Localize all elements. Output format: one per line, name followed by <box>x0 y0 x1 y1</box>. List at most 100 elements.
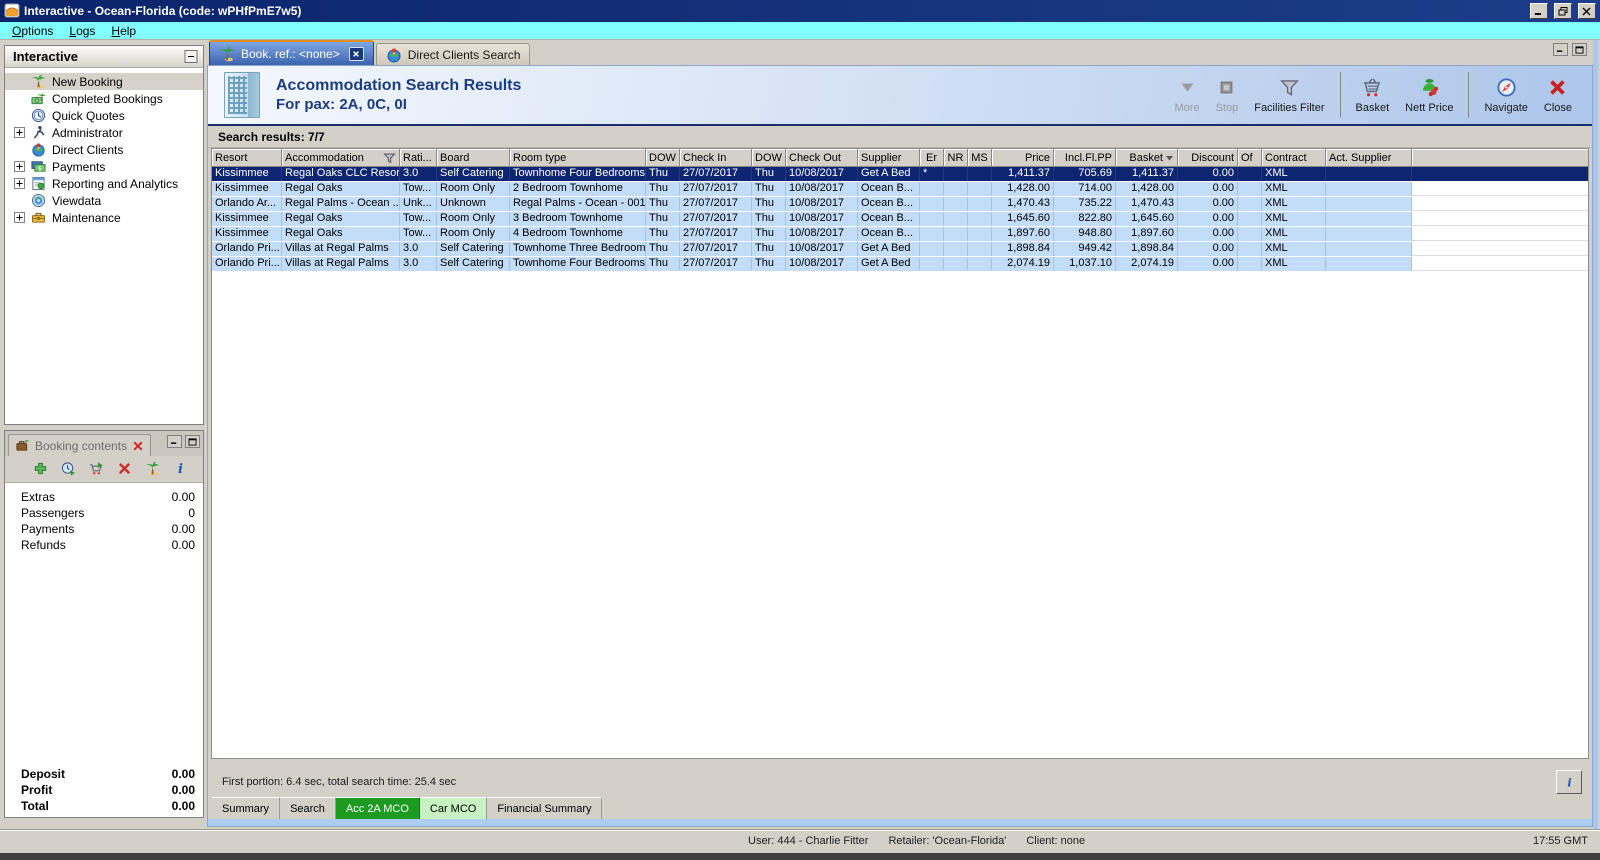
column-header-ms[interactable]: MS <box>968 149 992 167</box>
bottom-tab-search[interactable]: Search <box>280 797 336 819</box>
cell-ms <box>968 167 992 181</box>
sidebar-item-label: Reporting and Analytics <box>52 176 179 191</box>
column-header-act-supplier[interactable]: Act. Supplier <box>1326 149 1412 167</box>
results-count-label: Search results: 7/7 <box>218 129 325 144</box>
cell-room-type: Townhome Three Bedrooms <box>510 242 646 256</box>
column-header-basket[interactable]: Basket <box>1116 149 1178 167</box>
column-header-resort[interactable]: Resort <box>212 149 282 167</box>
column-header-dow[interactable]: DOW <box>752 149 786 167</box>
cell-resort: Orlando Pri... <box>212 257 282 271</box>
result-row[interactable]: Kissimmee Regal Oaks CLC Resort 3.0 Self Ca… <box>212 167 1588 182</box>
expand-plus-icon[interactable] <box>14 212 25 223</box>
column-header-price[interactable]: Price <box>992 149 1054 167</box>
column-header-check-out[interactable]: Check Out <box>786 149 858 167</box>
sidebar-item-reporting-and-analytics[interactable]: Reporting and Analytics <box>5 175 203 192</box>
cell-check-in: 27/07/2017 <box>680 182 752 196</box>
info-button[interactable]: i <box>173 461 189 477</box>
results-count-bar: Search results: 7/7 <box>208 126 1592 148</box>
info-button[interactable]: i <box>1556 770 1582 794</box>
tab-book-ref-none[interactable]: Book. ref.: <none> <box>209 40 374 65</box>
cell-resort: Kissimmee <box>212 167 282 181</box>
column-header-label: Act. Supplier <box>1329 151 1392 164</box>
column-header-label: MS <box>971 151 988 164</box>
sidebar-item-label: Quick Quotes <box>52 108 125 123</box>
restore-button[interactable] <box>1554 3 1572 19</box>
bottom-tab-financial-summary[interactable]: Financial Summary <box>487 797 603 819</box>
menu-item-options[interactable]: Options <box>4 23 61 39</box>
cell-of <box>1238 257 1262 271</box>
nett-price-button[interactable]: Nett Price <box>1397 74 1461 117</box>
sidebar-item-administrator[interactable]: Administrator <box>5 124 203 141</box>
expand-plus-icon[interactable] <box>14 178 25 189</box>
booking-row-value: 0.00 <box>171 767 195 781</box>
navigate-button[interactable]: Navigate <box>1476 74 1535 117</box>
column-header-label: Supplier <box>861 151 902 164</box>
result-row[interactable]: Kissimmee Regal Oaks Tow... Room Only 4 Bedr… <box>212 227 1588 242</box>
result-row[interactable]: Kissimmee Regal Oaks Tow... Room Only 2 Bedr… <box>212 182 1588 197</box>
delete-button[interactable] <box>117 461 133 477</box>
result-row[interactable]: Orlando Pri... Villas at Regal Palms 3.0 Se… <box>212 257 1588 272</box>
close-button[interactable]: Close <box>1536 74 1580 117</box>
minimize-button[interactable] <box>1530 3 1548 19</box>
cell-rati: Tow... <box>400 212 437 226</box>
booking-panel-maximize-button[interactable] <box>185 435 200 448</box>
cell-er <box>920 257 944 271</box>
sidebar-item-quick-quotes[interactable]: Quick Quotes <box>5 107 203 124</box>
to-basket-button[interactable] <box>89 461 105 477</box>
column-header-dow[interactable]: DOW <box>646 149 680 167</box>
column-header-board[interactable]: Board <box>437 149 510 167</box>
sidebar-item-viewdata[interactable]: Viewdata <box>5 192 203 209</box>
bottom-tab-car-mco[interactable]: Car MCO <box>419 797 488 819</box>
quote-button[interactable] <box>61 461 77 477</box>
booking-panel-minimize-button[interactable] <box>167 435 182 448</box>
facilities-filter-button[interactable]: Facilities Filter <box>1246 74 1332 117</box>
column-header-of[interactable]: Of <box>1238 149 1262 167</box>
sidebar-item-new-booking[interactable]: New Booking <box>5 73 203 90</box>
menu-item-help[interactable]: Help <box>103 23 144 39</box>
bottom-tab-summary[interactable]: Summary <box>212 797 281 819</box>
delete-icon <box>117 461 132 476</box>
app-workspace: Interactive New Booking Completed Booking… <box>0 40 1600 853</box>
column-header-discount[interactable]: Discount <box>1178 149 1238 167</box>
column-header-er[interactable]: Er <box>920 149 944 167</box>
bottom-tab-acc-2a-mco[interactable]: Acc 2A MCO <box>335 797 420 819</box>
sidebar-item-maintenance[interactable]: Maintenance <box>5 209 203 226</box>
cell-of <box>1238 227 1262 241</box>
tab-booking-contents[interactable]: Booking contents <box>8 434 152 456</box>
palm-button[interactable] <box>145 461 161 477</box>
expand-plus-icon[interactable] <box>14 161 25 172</box>
column-header-nr[interactable]: NR <box>944 149 968 167</box>
panel-minimize-button[interactable] <box>1553 43 1568 56</box>
menu-item-logs[interactable]: Logs <box>61 23 103 39</box>
column-header-rati[interactable]: Rati... <box>400 149 437 167</box>
sidebar-item-completed-bookings[interactable]: Completed Bookings <box>5 90 203 107</box>
tab-direct-clients-search[interactable]: Direct Clients Search <box>375 43 531 65</box>
collapse-panel-icon[interactable] <box>184 50 198 63</box>
column-header-contract[interactable]: Contract <box>1262 149 1326 167</box>
cell-accommodation: Villas at Regal Palms <box>282 257 400 271</box>
sidebar-item-direct-clients[interactable]: Direct Clients <box>5 141 203 158</box>
column-header-room-type[interactable]: Room type <box>510 149 646 167</box>
basket-button[interactable]: Basket <box>1348 74 1398 117</box>
close-button[interactable] <box>1578 3 1596 19</box>
cell-check-out: 10/08/2017 <box>786 257 858 271</box>
cell-check-in: 27/07/2017 <box>680 197 752 211</box>
document-tab-bar: Book. ref.: <none> Direct Clients Search <box>207 40 1593 65</box>
column-header-incl-fl-pp[interactable]: Incl.Fl.PP <box>1054 149 1116 167</box>
cell-discount: 0.00 <box>1178 227 1238 241</box>
filter-icon[interactable] <box>383 152 396 164</box>
result-row[interactable]: Orlando Pri... Villas at Regal Palms 3.0 Se… <box>212 242 1588 257</box>
result-row[interactable]: Orlando Ar... Regal Palms - Ocean ... Unk.… <box>212 197 1588 212</box>
expand-plus-icon[interactable] <box>14 127 25 138</box>
column-header-check-in[interactable]: Check In <box>680 149 752 167</box>
sidebar-item-payments[interactable]: $ Payments <box>5 158 203 175</box>
panel-maximize-button[interactable] <box>1572 43 1587 56</box>
cell-nr <box>944 182 968 196</box>
column-header-accommodation[interactable]: Accommodation <box>282 149 400 167</box>
column-header-supplier[interactable]: Supplier <box>858 149 920 167</box>
booking-contents-close-icon[interactable] <box>132 440 144 452</box>
menu-bar: Options Logs Help <box>0 22 1600 40</box>
result-row[interactable]: Kissimmee Regal Oaks Tow... Room Only 3 Bedr… <box>212 212 1588 227</box>
tab-close-button[interactable] <box>348 46 364 61</box>
add-button[interactable] <box>33 461 49 477</box>
